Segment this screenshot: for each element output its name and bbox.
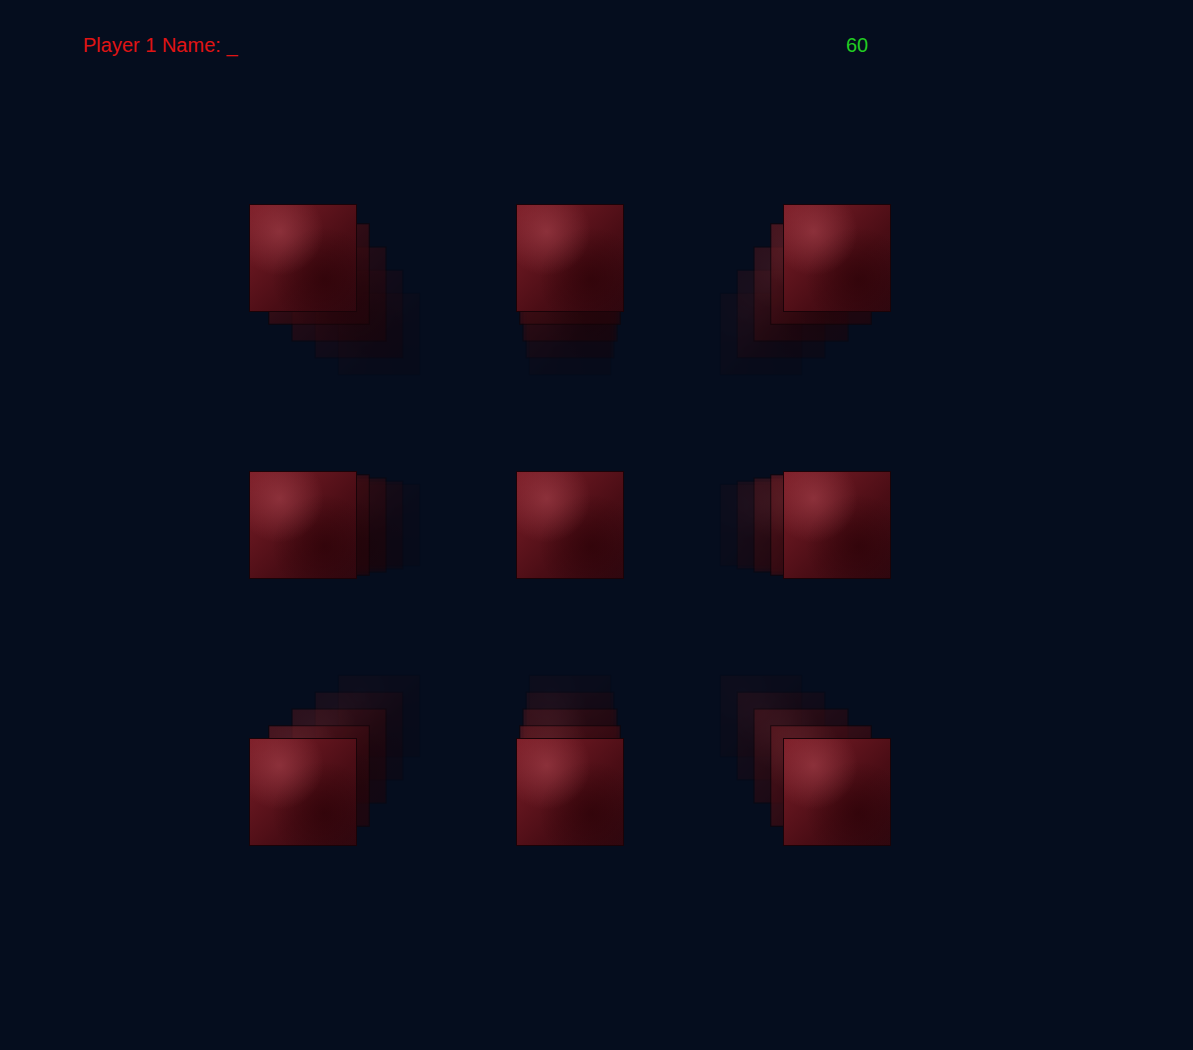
cube — [783, 738, 891, 846]
cube — [516, 204, 624, 312]
cube-face — [783, 204, 891, 312]
cube — [516, 738, 624, 846]
cube — [516, 471, 624, 579]
cube-face — [249, 738, 357, 846]
game-screen: Player 1 Name: _ 60 — [0, 0, 1193, 1050]
cube — [783, 204, 891, 312]
cube — [783, 471, 891, 579]
cube-face — [516, 738, 624, 846]
cube-face — [783, 471, 891, 579]
cube-face — [516, 204, 624, 312]
cube-face — [516, 471, 624, 579]
cube-grid — [249, 204, 1193, 846]
cube — [249, 738, 357, 846]
cube-face — [249, 204, 357, 312]
cube — [249, 204, 357, 312]
name-prompt[interactable]: Player 1 Name: _ — [83, 32, 846, 58]
cube-face — [783, 738, 891, 846]
counter: 60 — [846, 32, 868, 58]
cube-face — [249, 471, 357, 579]
cube — [249, 471, 357, 579]
hud: Player 1 Name: _ 60 — [0, 0, 1193, 60]
